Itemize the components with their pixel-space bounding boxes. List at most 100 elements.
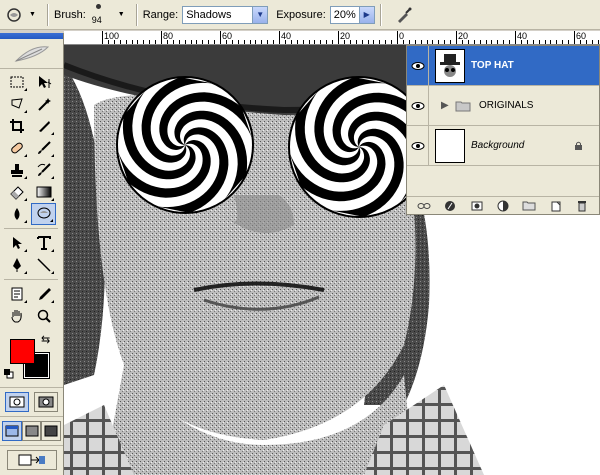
standard-mode-button[interactable] bbox=[4, 392, 29, 412]
ruler-minor-tick bbox=[450, 40, 452, 44]
pen-tool[interactable] bbox=[4, 254, 29, 276]
layer-link-cell[interactable] bbox=[429, 86, 435, 126]
ruler-minor-tick bbox=[107, 40, 109, 44]
hand-tool[interactable] bbox=[4, 305, 29, 327]
group-icon[interactable] bbox=[522, 200, 536, 212]
exposure-label: Exposure: bbox=[276, 8, 326, 21]
link-icon[interactable] bbox=[417, 200, 431, 212]
path-selection-tool[interactable] bbox=[4, 232, 29, 254]
exposure-value: 20% bbox=[333, 8, 356, 21]
ruler-minor-tick bbox=[408, 40, 410, 44]
fx-icon[interactable] bbox=[443, 200, 457, 212]
brush-chevron-icon[interactable]: ▼ bbox=[118, 11, 125, 18]
magic-wand-tool[interactable] bbox=[31, 93, 56, 115]
tool-grid bbox=[0, 69, 63, 329]
quick-mask-button[interactable] bbox=[34, 392, 59, 412]
ruler-minor-tick bbox=[255, 40, 257, 44]
ruler-minor-tick bbox=[497, 40, 499, 44]
adjustment-icon[interactable] bbox=[496, 200, 510, 212]
lock-icon bbox=[571, 141, 585, 151]
ruler-minor-tick bbox=[296, 40, 298, 44]
notes-tool[interactable] bbox=[4, 283, 29, 305]
ruler-minor-tick bbox=[208, 40, 210, 44]
trash-icon[interactable] bbox=[575, 200, 589, 212]
ruler-minor-tick bbox=[178, 40, 180, 44]
blur-tool[interactable] bbox=[4, 203, 29, 225]
full-screen-menu-button[interactable] bbox=[21, 421, 42, 441]
pen-icon bbox=[12, 258, 21, 272]
default-colors-icon[interactable] bbox=[4, 369, 14, 379]
range-label: Range: bbox=[142, 8, 179, 21]
history-brush-tool[interactable] bbox=[31, 159, 56, 181]
feather-logo[interactable] bbox=[0, 39, 63, 69]
exposure-slider-button[interactable]: ▶ bbox=[359, 5, 375, 24]
standard-mode-icon bbox=[9, 396, 25, 408]
range-select[interactable]: Shadows ▼ bbox=[182, 5, 269, 24]
slice-tool[interactable] bbox=[31, 115, 56, 137]
line-tool[interactable] bbox=[31, 254, 56, 276]
slice-icon bbox=[38, 121, 50, 132]
ruler-minor-tick bbox=[367, 40, 369, 44]
layer-name: TOP HAT bbox=[471, 60, 514, 71]
ruler-minor-tick bbox=[243, 40, 245, 44]
ruler-minor-tick bbox=[237, 40, 239, 44]
feather-icon bbox=[14, 45, 49, 62]
ruler-tick-label: 100 bbox=[104, 31, 120, 41]
layer-row-top-hat[interactable]: TOP HAT bbox=[407, 45, 599, 86]
gradient-tool[interactable] bbox=[31, 181, 56, 203]
eraser-tool[interactable] bbox=[4, 181, 29, 203]
jump-to-imageready-button[interactable] bbox=[6, 450, 57, 470]
ruler-minor-tick bbox=[290, 40, 292, 44]
dodge-tool[interactable] bbox=[31, 203, 56, 225]
eraser-icon bbox=[9, 186, 24, 200]
brush-picker[interactable]: 94 bbox=[90, 2, 112, 28]
visibility-eye-icon[interactable] bbox=[407, 125, 429, 166]
ruler-minor-tick bbox=[402, 40, 404, 44]
tool-preset-picker[interactable]: ▼ bbox=[6, 3, 42, 27]
exposure-input[interactable]: 20% bbox=[329, 5, 360, 24]
ruler-minor-tick bbox=[479, 40, 481, 44]
jump-row bbox=[0, 445, 63, 474]
ruler-minor-tick bbox=[467, 40, 469, 44]
full-screen-button[interactable] bbox=[41, 421, 62, 441]
visibility-eye-icon[interactable] bbox=[407, 45, 429, 86]
dodge-tool-icon bbox=[7, 7, 21, 22]
new-layer-icon[interactable] bbox=[549, 200, 563, 212]
airbrush-button[interactable] bbox=[393, 4, 415, 26]
gradient-icon bbox=[36, 186, 51, 198]
swap-colors-icon[interactable]: ⇆ bbox=[41, 333, 50, 346]
ruler-minor-tick bbox=[326, 40, 328, 44]
horizontal-ruler: 100 80 60 40 20 0 20 40 60 bbox=[64, 31, 600, 45]
move-icon bbox=[38, 76, 51, 88]
ruler-minor-tick bbox=[320, 40, 322, 44]
zoom-tool[interactable] bbox=[31, 305, 56, 327]
clone-stamp-icon bbox=[10, 164, 23, 177]
ruler-minor-tick bbox=[597, 40, 599, 44]
rectangular-marquee-tool[interactable] bbox=[4, 71, 29, 93]
mask-icon[interactable] bbox=[470, 200, 484, 212]
healing-brush-tool[interactable] bbox=[4, 137, 29, 159]
layer-thumbnail bbox=[435, 128, 465, 163]
layer-row-originals[interactable]: ▶ ORIGINALS bbox=[407, 85, 599, 126]
ruler-minor-tick bbox=[314, 40, 316, 44]
move-tool[interactable] bbox=[31, 71, 56, 93]
range-value: Shadows bbox=[186, 8, 232, 21]
chevron-down-icon: ▼ bbox=[252, 6, 268, 23]
ruler-minor-tick bbox=[444, 40, 446, 44]
expand-triangle-icon[interactable]: ▶ bbox=[441, 100, 449, 111]
layer-row-background[interactable]: Background bbox=[407, 125, 599, 166]
visibility-eye-icon[interactable] bbox=[407, 85, 429, 126]
ruler-minor-tick bbox=[438, 40, 440, 44]
brush-tool[interactable] bbox=[31, 137, 56, 159]
eyedropper-tool[interactable] bbox=[31, 283, 56, 305]
hypno-spiral-left bbox=[116, 76, 254, 214]
ruler-minor-tick bbox=[432, 40, 434, 44]
crop-tool[interactable] bbox=[4, 115, 29, 137]
type-tool[interactable] bbox=[31, 232, 56, 254]
ruler-minor-tick bbox=[591, 40, 593, 44]
clone-stamp-tool[interactable] bbox=[4, 159, 29, 181]
foreground-color-swatch[interactable] bbox=[10, 339, 35, 364]
standard-screen-button[interactable] bbox=[2, 421, 22, 441]
lasso-tool[interactable] bbox=[4, 93, 29, 115]
ruler-minor-tick bbox=[538, 40, 540, 44]
